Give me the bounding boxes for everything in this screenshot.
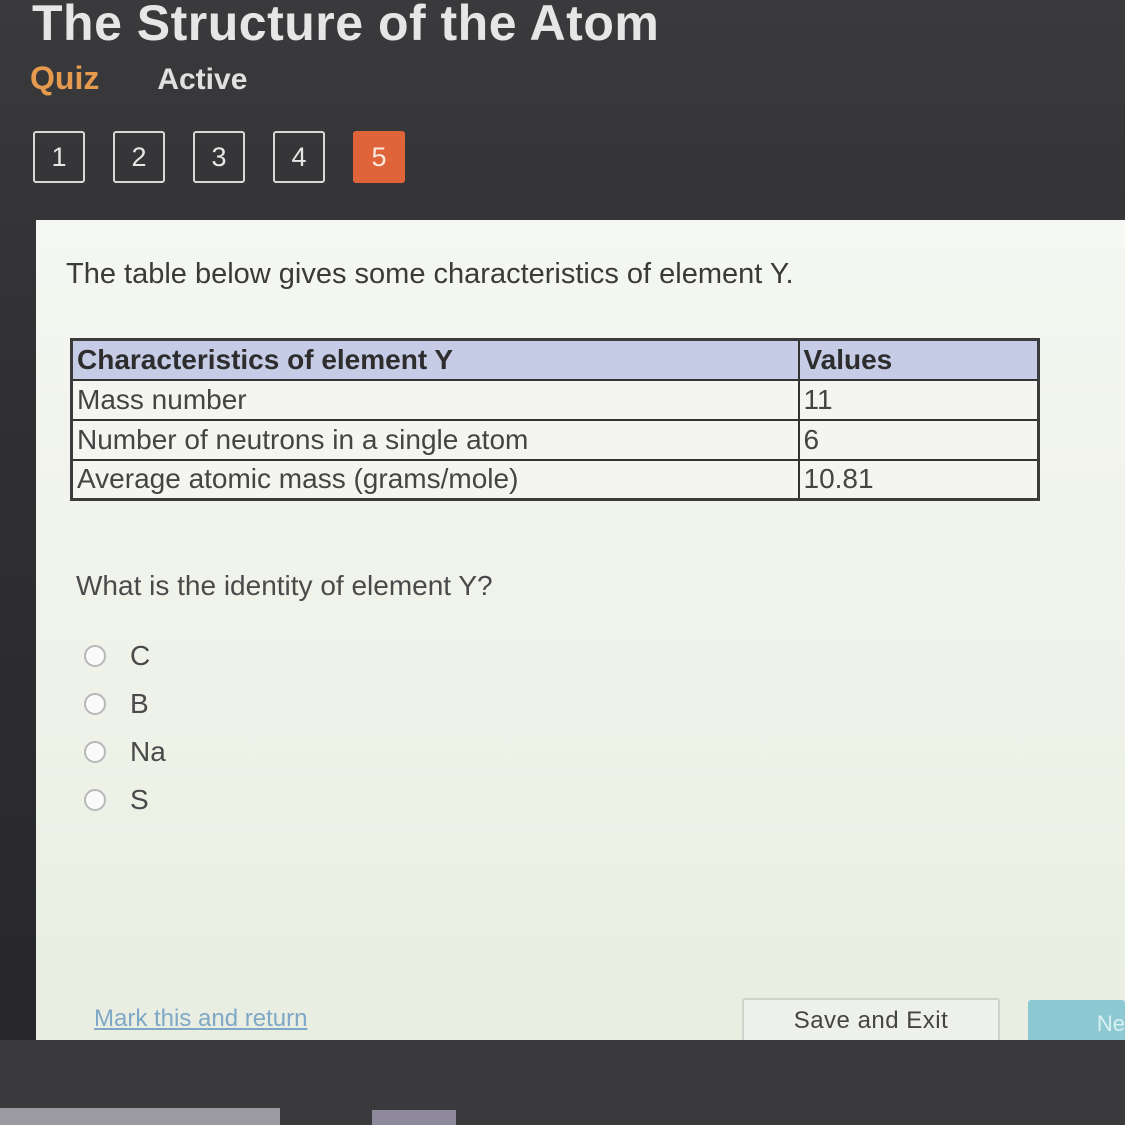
sub-navigation: Quiz Active <box>30 60 247 97</box>
table-header-row: Characteristics of element Y Values <box>70 338 1040 381</box>
answer-options: C B Na S <box>84 632 166 824</box>
answer-label: B <box>130 688 149 719</box>
table-row: Number of neutrons in a single atom 6 <box>70 418 1040 461</box>
question-text: What is the identity of element Y? <box>76 570 493 601</box>
answer-option-na[interactable]: Na <box>84 728 166 776</box>
page-title: The Structure of the Atom <box>32 0 660 51</box>
quiz-label: Quiz <box>30 60 100 96</box>
bottom-bar-segment <box>372 1110 456 1125</box>
table-row: Average atomic mass (grams/mole) 10.81 <box>70 458 1040 501</box>
status-label: Active <box>157 63 248 96</box>
question-button-2[interactable]: 2 <box>113 131 165 183</box>
characteristics-table: Characteristics of element Y Values Mass… <box>70 338 1040 501</box>
mark-and-return-link[interactable]: Mark this and return <box>94 1005 307 1033</box>
answer-label: S <box>130 784 149 815</box>
question-panel: The table below gives some characteristi… <box>36 220 1125 1048</box>
radio-button[interactable] <box>84 645 106 667</box>
question-button-4[interactable]: 4 <box>273 131 325 183</box>
table-cell: 10.81 <box>797 458 1040 501</box>
table-cell: Mass number <box>70 378 800 421</box>
question-button-5-current[interactable]: 5 <box>353 131 405 183</box>
question-button-1[interactable]: 1 <box>33 131 85 183</box>
bottom-bar-segment <box>0 1108 280 1125</box>
table-cell: Number of neutrons in a single atom <box>70 418 800 461</box>
table-cell: Average atomic mass (grams/mole) <box>70 458 800 501</box>
answer-option-b[interactable]: B <box>84 680 166 728</box>
radio-button[interactable] <box>84 741 106 763</box>
answer-label: C <box>130 640 151 671</box>
table-header-values: Values <box>797 338 1040 381</box>
question-button-3[interactable]: 3 <box>193 131 245 183</box>
question-navigator: 1 2 3 4 5 <box>33 131 405 183</box>
answer-option-s[interactable]: S <box>84 776 166 824</box>
question-prompt: The table below gives some characteristi… <box>66 258 794 290</box>
table-row: Mass number 11 <box>70 378 1040 421</box>
save-and-exit-button[interactable]: Save and Exit <box>742 998 1000 1044</box>
bottom-bar <box>0 1040 1125 1125</box>
table-cell: 11 <box>797 378 1040 421</box>
answer-label: Na <box>130 736 166 767</box>
radio-button[interactable] <box>84 693 106 715</box>
quiz-screen: The Structure of the Atom Quiz Active 1 … <box>0 0 1125 1125</box>
radio-button[interactable] <box>84 789 106 811</box>
table-cell: 6 <box>797 418 1040 461</box>
answer-option-c[interactable]: C <box>84 632 166 680</box>
table-header-characteristic: Characteristics of element Y <box>70 338 800 381</box>
